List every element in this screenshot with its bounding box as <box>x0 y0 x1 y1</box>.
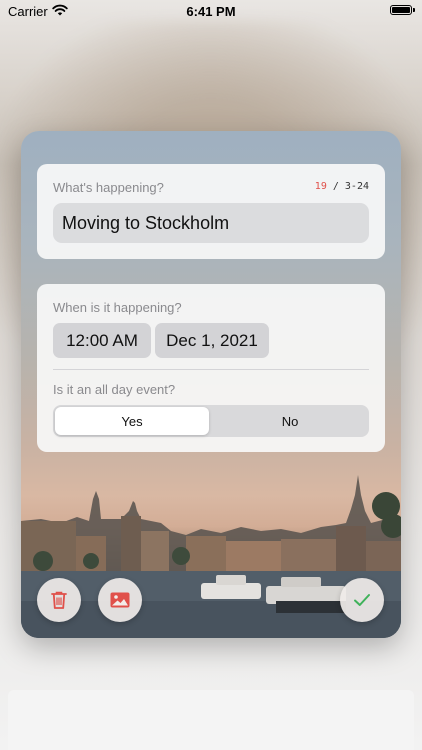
confirm-button[interactable] <box>340 578 384 622</box>
checkmark-icon <box>354 594 370 606</box>
date-picker-button[interactable]: Dec 1, 2021 <box>155 323 269 358</box>
title-label: What's happening? <box>53 180 164 195</box>
date-panel: When is it happening? 12:00 AM Dec 1, 20… <box>37 284 385 452</box>
status-bar: Carrier 6:41 PM <box>0 0 422 22</box>
char-range: / 3-24 <box>332 181 369 192</box>
all-day-no-option[interactable]: No <box>213 407 367 435</box>
choose-image-button[interactable] <box>98 578 142 622</box>
background-sheet <box>8 690 414 750</box>
battery-icon <box>390 5 415 15</box>
divider <box>53 369 369 370</box>
all-day-label: Is it an all day event? <box>53 382 176 397</box>
event-card: What's happening? 19 / 3-24 Moving to St… <box>21 131 401 638</box>
title-panel: What's happening? 19 / 3-24 Moving to St… <box>37 164 385 259</box>
date-label: When is it happening? <box>53 300 182 315</box>
photo-icon <box>110 592 130 608</box>
delete-button[interactable] <box>37 578 81 622</box>
char-counter: 19 / 3-24 <box>315 181 369 192</box>
all-day-yes-option[interactable]: Yes <box>55 407 209 435</box>
time-picker-button[interactable]: 12:00 AM <box>53 323 151 358</box>
trash-icon <box>51 591 67 609</box>
char-count: 19 <box>314 181 327 192</box>
event-title-input[interactable]: Moving to Stockholm <box>53 203 369 243</box>
status-time: 6:41 PM <box>186 4 236 19</box>
all-day-segmented-control: Yes No <box>53 405 369 437</box>
